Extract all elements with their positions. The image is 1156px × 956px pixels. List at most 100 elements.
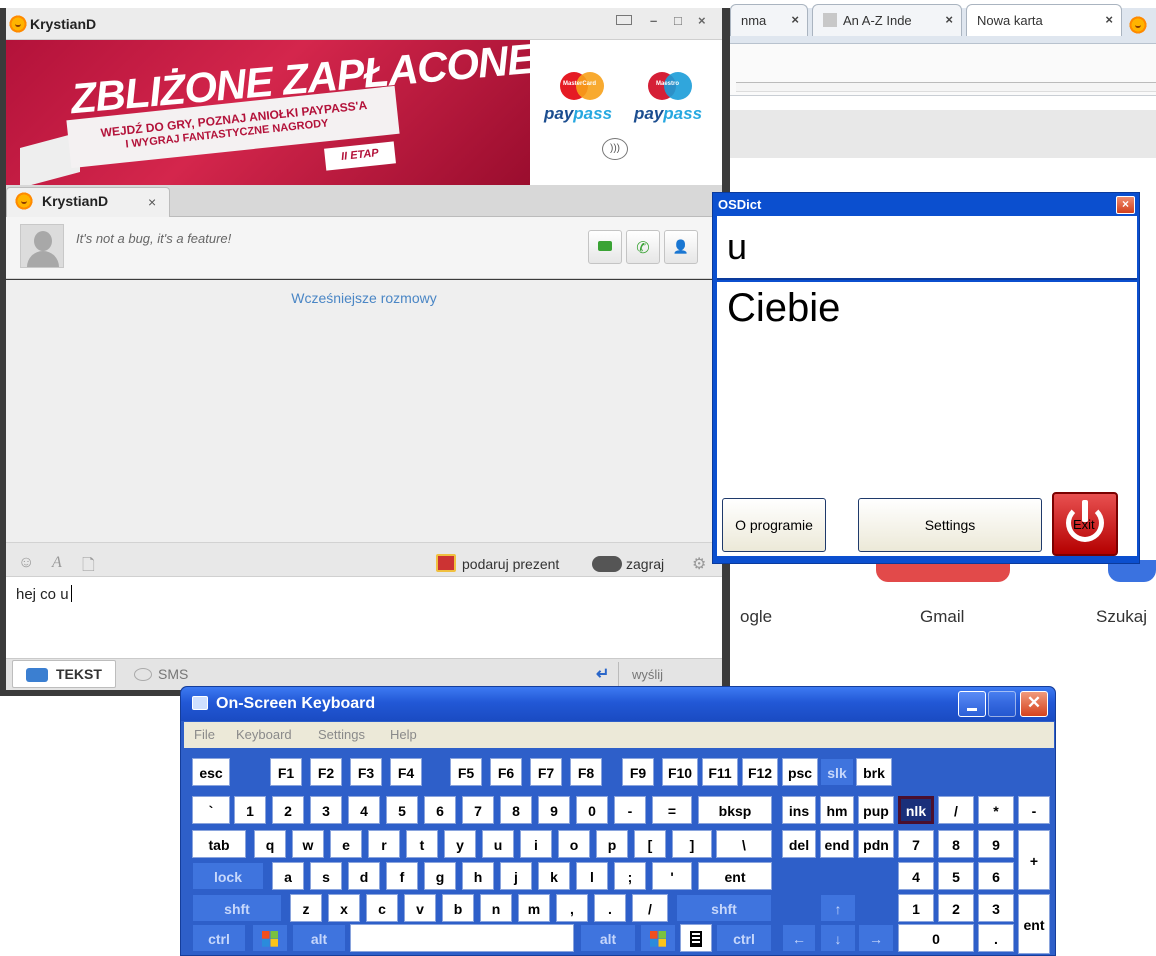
key-right-ctrl[interactable]: ctrl: [716, 924, 772, 952]
key-c[interactable]: c: [366, 894, 398, 922]
close-button[interactable]: ✕: [1020, 691, 1048, 717]
key-numpad-add[interactable]: +: [1018, 830, 1050, 890]
key-3[interactable]: 3: [310, 796, 342, 824]
windows-key[interactable]: [252, 924, 288, 952]
close-icon[interactable]: ×: [148, 194, 156, 210]
key-w[interactable]: w: [292, 830, 324, 858]
close-icon[interactable]: ×: [945, 12, 953, 27]
key-f10[interactable]: F10: [662, 758, 698, 786]
key-s[interactable]: s: [310, 862, 342, 890]
key-arrow-down[interactable]: ↓: [820, 924, 856, 952]
key-0[interactable]: 0: [576, 796, 608, 824]
key-f[interactable]: f: [386, 862, 418, 890]
key-2[interactable]: 2: [272, 796, 304, 824]
key-end[interactable]: end: [820, 830, 854, 858]
key-numpad-subtract[interactable]: -: [1018, 796, 1050, 824]
key-page-down[interactable]: pdn: [858, 830, 894, 858]
voice-call-button[interactable]: ✆: [626, 230, 660, 264]
key-l[interactable]: l: [576, 862, 608, 890]
key-numpad-9[interactable]: 9: [978, 830, 1014, 858]
minimize-button[interactable]: –: [650, 13, 657, 28]
key-numpad-3[interactable]: 3: [978, 894, 1014, 922]
key-z[interactable]: z: [290, 894, 322, 922]
key-f5[interactable]: F5: [450, 758, 482, 786]
key-numpad-enter[interactable]: ent: [1018, 894, 1050, 954]
key-right-shift[interactable]: shft: [676, 894, 772, 922]
key-y[interactable]: y: [444, 830, 476, 858]
key-j[interactable]: j: [500, 862, 532, 890]
key-delete[interactable]: del: [782, 830, 816, 858]
key-numpad-1[interactable]: 1: [898, 894, 934, 922]
settings-button[interactable]: Settings: [858, 498, 1042, 552]
gear-icon[interactable]: ⚙: [692, 554, 706, 574]
windows-key[interactable]: [640, 924, 676, 952]
key-g[interactable]: g: [424, 862, 456, 890]
key-n[interactable]: n: [480, 894, 512, 922]
close-button[interactable]: ×: [698, 13, 706, 28]
key-f7[interactable]: F7: [530, 758, 562, 786]
menu-file[interactable]: File: [194, 727, 215, 742]
key-equals[interactable]: =: [652, 796, 692, 824]
key-arrow-right[interactable]: →: [858, 924, 894, 952]
browser-tab[interactable]: An A-Z Inde ×: [812, 4, 962, 36]
sms-mode-tab[interactable]: SMS: [158, 666, 188, 682]
key-e[interactable]: e: [330, 830, 362, 858]
key-q[interactable]: q: [254, 830, 286, 858]
key-right-alt[interactable]: alt: [580, 924, 636, 952]
key-numpad-4[interactable]: 4: [898, 862, 934, 890]
key-f6[interactable]: F6: [490, 758, 522, 786]
key-p[interactable]: p: [596, 830, 628, 858]
key-backslash[interactable]: \: [716, 830, 772, 858]
key-t[interactable]: t: [406, 830, 438, 858]
key-page-up[interactable]: pup: [858, 796, 894, 824]
key-numpad-multiply[interactable]: *: [978, 796, 1014, 824]
key-left-bracket[interactable]: [: [634, 830, 666, 858]
key-arrow-left[interactable]: ←: [782, 924, 816, 952]
gift-link[interactable]: podaruj prezent: [462, 556, 559, 572]
key-numpad-0[interactable]: 0: [898, 924, 974, 952]
key-b[interactable]: b: [442, 894, 474, 922]
key-comma[interactable]: ,: [556, 894, 588, 922]
key-minus[interactable]: -: [614, 796, 646, 824]
key-6[interactable]: 6: [424, 796, 456, 824]
emoticon-icon[interactable]: ☺: [18, 554, 34, 572]
key-home[interactable]: hm: [820, 796, 854, 824]
key-f1[interactable]: F1: [270, 758, 302, 786]
browser-tab-active[interactable]: Nowa karta ×: [966, 4, 1122, 36]
video-call-button[interactable]: [588, 230, 622, 264]
key-f9[interactable]: F9: [622, 758, 654, 786]
key-i[interactable]: i: [520, 830, 552, 858]
key-x[interactable]: x: [328, 894, 360, 922]
key-f12[interactable]: F12: [742, 758, 778, 786]
key-numpad-5[interactable]: 5: [938, 862, 974, 890]
key-slash[interactable]: /: [632, 894, 668, 922]
font-format-icon[interactable]: A: [52, 554, 62, 572]
key-5[interactable]: 5: [386, 796, 418, 824]
menu-help[interactable]: Help: [390, 727, 417, 742]
key-v[interactable]: v: [404, 894, 436, 922]
ntp-label-gmail[interactable]: Gmail: [920, 607, 964, 627]
key-f8[interactable]: F8: [570, 758, 602, 786]
key-backspace[interactable]: bksp: [698, 796, 772, 824]
address-bar[interactable]: [736, 82, 1156, 92]
key-f4[interactable]: F4: [390, 758, 422, 786]
key-d[interactable]: d: [348, 862, 380, 890]
key-slk[interactable]: slk: [820, 758, 854, 786]
ntp-label-search[interactable]: Szukaj: [1096, 607, 1147, 627]
key-right-bracket[interactable]: ]: [672, 830, 712, 858]
osdict-search-input[interactable]: u: [717, 216, 1137, 280]
key-numpad-7[interactable]: 7: [898, 830, 934, 858]
key-7[interactable]: 7: [462, 796, 494, 824]
key-numlock[interactable]: nlk: [898, 796, 934, 824]
key-brk[interactable]: brk: [856, 758, 892, 786]
close-icon[interactable]: ×: [791, 12, 799, 27]
key-space[interactable]: [350, 924, 574, 952]
key-9[interactable]: 9: [538, 796, 570, 824]
gift-icon[interactable]: [436, 554, 456, 572]
close-icon[interactable]: ×: [1105, 12, 1113, 27]
key-h[interactable]: h: [462, 862, 494, 890]
key-tab[interactable]: tab: [192, 830, 246, 858]
chat-history[interactable]: [6, 280, 722, 542]
ntp-label-google[interactable]: ogle: [740, 607, 772, 627]
key-insert[interactable]: ins: [782, 796, 816, 824]
